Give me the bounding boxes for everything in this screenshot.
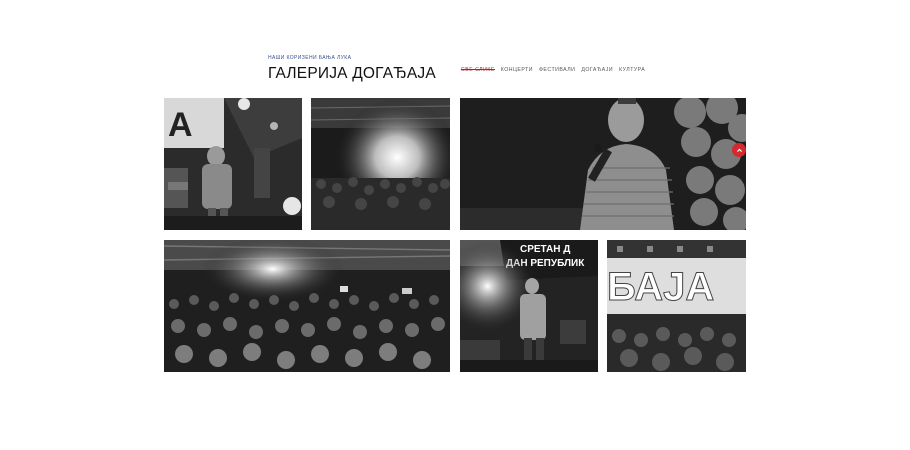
gallery-photo-6[interactable]: БАЈА [607,240,746,372]
photo-4-image [164,240,450,372]
filter-concerts[interactable]: КОНЦЕРТИ [501,67,533,73]
filter-events[interactable]: ДОГАЂАЈИ [581,67,613,73]
gallery-photo-3[interactable] [460,98,746,230]
photo-6-image: БАЈА [607,240,746,372]
filter-festivals[interactable]: ФЕСТИВАЛИ [539,67,575,73]
gallery-filter-nav: СВЕ СЛИКЕ КОНЦЕРТИ ФЕСТИВАЛИ ДОГАЂАЈИ КУ… [461,67,645,73]
gallery-photo-5[interactable]: СРЕТАН Д ДАН РЕПУБЛИК [460,240,598,372]
page-eyebrow: НАШИ КОРИЗЕНИ БАЊА ЛУКА [268,55,352,61]
filter-all-photos[interactable]: СВЕ СЛИКЕ [461,67,495,73]
page-title: ГАЛЕРИЈА ДОГАЂАЈА [268,65,436,82]
arrow-up-icon [736,148,742,152]
photo-5-image: СРЕТАН Д ДАН РЕПУБЛИК [460,240,598,372]
photo-2-image [311,98,450,230]
filter-culture[interactable]: КУЛТУРА [619,67,645,73]
photo-3-image [460,98,746,230]
gallery-photo-1[interactable]: A [164,98,302,230]
page-header: НАШИ КОРИЗЕНИ БАЊА ЛУКА ГАЛЕРИЈА ДОГАЂАЈ… [268,55,436,83]
photo-6-sign-text: БАЈА [607,265,714,309]
gallery-photo-4[interactable] [164,240,450,372]
gallery-photo-2[interactable] [311,98,450,230]
scroll-top-button[interactable] [732,143,746,157]
photo-1-image: A [164,98,302,230]
svg-text:A: A [168,106,193,144]
